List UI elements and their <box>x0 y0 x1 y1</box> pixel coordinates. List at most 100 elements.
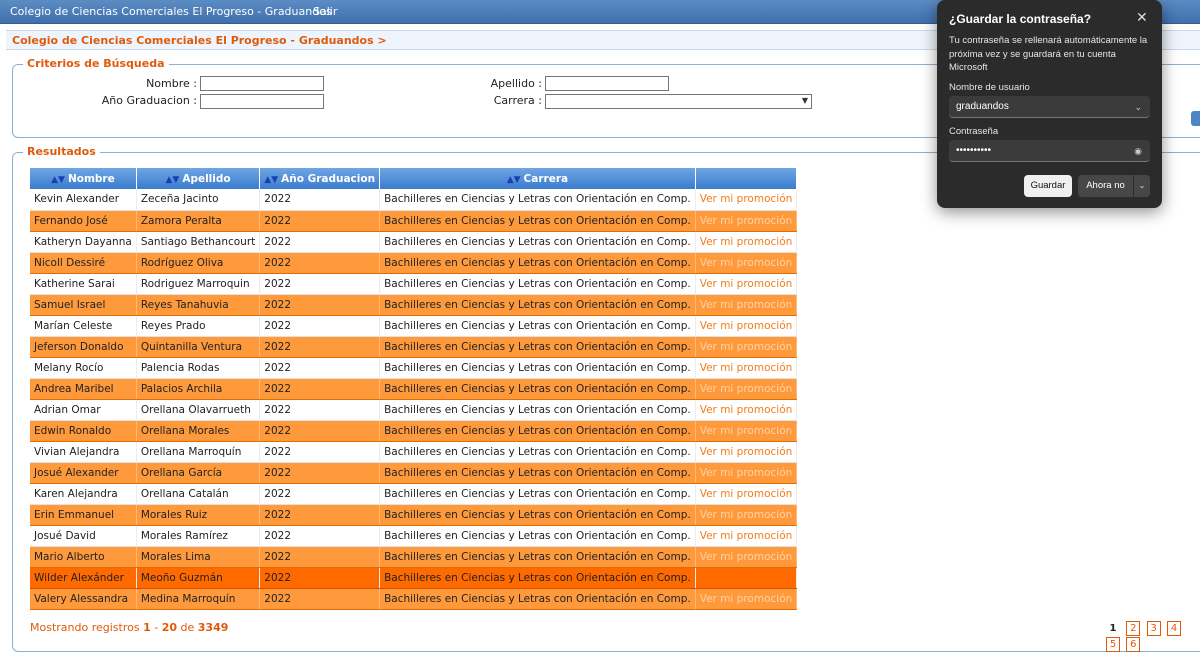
table-row[interactable]: Karen Alejandra Orellana Catalán 2022 Bachi… <box>30 483 798 505</box>
app-title-link[interactable]: Colegio de Ciencias Comerciales El Progr… <box>10 0 332 24</box>
password-field[interactable]: •••••••••• ◉ <box>949 140 1150 162</box>
view-promotion-link[interactable]: Ver mi promoción <box>695 252 798 274</box>
cell-carrera: Bachilleres en Ciencias y Letras con Ori… <box>379 357 696 379</box>
close-icon[interactable]: ✕ <box>1136 9 1148 26</box>
cell-nombre: Kevin Alexander <box>30 189 137 211</box>
view-promotion-link[interactable]: Ver mi promoción <box>695 378 798 400</box>
table-row[interactable]: Adrian Omar Orellana Olavarrueth 2022 Bachi… <box>30 399 798 421</box>
table-row[interactable]: Vivian Alejandra Orellana Marroquín 2022 Ba… <box>30 441 798 463</box>
search-legend: Criterios de Búsqueda <box>23 57 169 71</box>
cell-apellido: Quintanilla Ventura <box>136 336 261 358</box>
grad-year-input[interactable] <box>200 94 324 109</box>
results-legend: Resultados <box>23 145 100 159</box>
column-header-nombre[interactable]: ▲▼ Nombre <box>30 168 137 189</box>
table-row[interactable]: Josué David Morales Ramírez 2022 Bachillere… <box>30 525 798 547</box>
cell-nombre: Mario Alberto <box>30 546 137 568</box>
view-promotion-link[interactable]: Ver mi promoción <box>695 399 798 421</box>
career-select[interactable]: ▼ <box>545 94 812 109</box>
view-promotion-link[interactable]: Ver mi promoción <box>695 546 798 568</box>
table-row[interactable]: Fernando José Zamora Peralta 2022 Bachiller… <box>30 210 798 232</box>
cell-carrera: Bachilleres en Ciencias y Letras con Ori… <box>379 441 696 463</box>
cell-carrera: Bachilleres en Ciencias y Letras con Ori… <box>379 252 696 274</box>
cell-nombre: Valery Alessandra <box>30 588 137 610</box>
cell-carrera: Bachilleres en Ciencias y Letras con Ori… <box>379 462 696 484</box>
table-row[interactable]: Erin Emmanuel Morales Ruiz 2022 Bachilleres… <box>30 504 798 526</box>
cell-carrera: Bachilleres en Ciencias y Letras con Ori… <box>379 336 696 358</box>
column-header-anio[interactable]: ▲▼ Año Graduacion <box>259 168 381 189</box>
sort-arrows-icon[interactable]: ▲▼ <box>51 175 65 185</box>
cell-nombre: Fernando José <box>30 210 137 232</box>
page-link[interactable]: 5 <box>1106 637 1120 652</box>
view-promotion-link[interactable]: Ver mi promoción <box>695 315 798 337</box>
table-row[interactable]: Valery Alessandra Medina Marroquín 2022 Bac… <box>30 588 798 610</box>
cell-apellido: Orellana Marroquín <box>136 441 261 463</box>
view-promotion-link[interactable]: Ver mi promoción <box>695 294 798 316</box>
table-row[interactable]: Kevin Alexander Zeceña Jacinto 2022 Bachill… <box>30 189 798 211</box>
table-row[interactable]: Melany Rocío Palencia Rodas 2022 Bachillere… <box>30 357 798 379</box>
table-row[interactable]: Katherine Sarai Rodriguez Marroquin 2022 Ba… <box>30 273 798 295</box>
sort-arrows-icon[interactable]: ▲▼ <box>264 175 278 185</box>
cell-carrera: Bachilleres en Ciencias y Letras con Ori… <box>379 567 696 589</box>
cell-apellido: Medina Marroquín <box>136 588 261 610</box>
table-row[interactable]: Marían Celeste Reyes Prado 2022 Bachilleres… <box>30 315 798 337</box>
view-promotion-link[interactable]: Ver mi promoción <box>695 210 798 232</box>
table-row[interactable]: Katheryn Dayanna Santiago Bethancourt 2022… <box>30 231 798 253</box>
cell-anio: 2022 <box>259 504 381 526</box>
table-row[interactable]: Andrea Maribel Palacios Archila 2022 Bachil… <box>30 378 798 400</box>
table-row[interactable]: Wilder Alexánder Meoño Guzmán 2022 Bachille… <box>30 567 798 589</box>
view-promotion-link[interactable]: Ver mi promoción <box>695 588 798 610</box>
cell-apellido: Orellana Olavarrueth <box>136 399 261 421</box>
cell-carrera: Bachilleres en Ciencias y Letras con Ori… <box>379 525 696 547</box>
cell-anio: 2022 <box>259 336 381 358</box>
search-button[interactable] <box>1191 111 1200 126</box>
not-now-button[interactable]: Ahora no <box>1078 175 1133 197</box>
sort-arrows-icon[interactable]: ▲▼ <box>507 175 521 185</box>
view-promotion-link[interactable]: Ver mi promoción <box>695 504 798 526</box>
cell-apellido: Zeceña Jacinto <box>136 189 261 211</box>
view-promotion-link[interactable]: Ver mi promoción <box>695 525 798 547</box>
table-row[interactable]: Mario Alberto Morales Lima 2022 Bachilleres… <box>30 546 798 568</box>
view-promotion-link[interactable]: Ver mi promoción <box>695 336 798 358</box>
cell-apellido: Reyes Prado <box>136 315 261 337</box>
chevron-down-icon[interactable]: ⌄ <box>1134 175 1150 197</box>
cell-apellido: Morales Lima <box>136 546 261 568</box>
cell-carrera: Bachilleres en Ciencias y Letras con Ori… <box>379 483 696 505</box>
view-promotion-link[interactable]: Ver mi promoción <box>695 483 798 505</box>
record-count: Mostrando registros 1 - 20 de 3349 <box>30 621 229 634</box>
sort-arrows-icon[interactable]: ▲▼ <box>165 175 179 185</box>
cell-nombre: Nicoll Dessiré <box>30 252 137 274</box>
cell-carrera: Bachilleres en Ciencias y Letras con Ori… <box>379 231 696 253</box>
save-password-button[interactable]: Guardar <box>1024 175 1072 197</box>
table-row[interactable]: Edwin Ronaldo Orellana Morales 2022 Bachill… <box>30 420 798 442</box>
cell-anio: 2022 <box>259 252 381 274</box>
view-promotion-link[interactable]: Ver mi promoción <box>695 273 798 295</box>
column-header-carrera[interactable]: ▲▼ Carrera <box>379 168 696 189</box>
view-promotion-link[interactable]: Ver mi promoción <box>695 357 798 379</box>
view-promotion-link[interactable]: Ver mi promoción <box>695 231 798 253</box>
eye-icon[interactable]: ◉ <box>1134 140 1142 162</box>
cell-apellido: Reyes Tanahuvia <box>136 294 261 316</box>
username-label: Nombre de usuario <box>949 82 1030 93</box>
table-row[interactable]: Jeferson Donaldo Quintanilla Ventura 2022 B… <box>30 336 798 358</box>
table-row[interactable]: Josué Alexander Orellana García 2022 Bachil… <box>30 462 798 484</box>
first-name-input[interactable] <box>200 76 324 91</box>
page-current: 1 <box>1109 623 1117 634</box>
view-promotion-link[interactable]: Ver mi promoción <box>695 441 798 463</box>
column-header-apellido[interactable]: ▲▼ Apellido <box>136 168 261 189</box>
table-row[interactable]: Samuel Israel Reyes Tanahuvia 2022 Bachille… <box>30 294 798 316</box>
cell-nombre: Samuel Israel <box>30 294 137 316</box>
cell-anio: 2022 <box>259 483 381 505</box>
logout-link[interactable]: Salir <box>313 0 337 24</box>
chevron-down-icon[interactable]: ⌄ <box>1134 96 1142 118</box>
page-link[interactable]: 4 <box>1167 621 1182 636</box>
view-promotion-link[interactable]: Ver mi promoción <box>695 189 798 211</box>
page-link[interactable]: 3 <box>1146 621 1161 636</box>
view-promotion-link[interactable]: Ver mi promoción <box>695 420 798 442</box>
page-link[interactable]: 6 <box>1126 637 1141 652</box>
page-link[interactable]: 2 <box>1126 621 1141 636</box>
view-promotion-link[interactable]: Ver mi promoción <box>695 462 798 484</box>
last-name-input[interactable] <box>545 76 669 91</box>
view-promotion-link[interactable] <box>695 567 798 589</box>
table-row[interactable]: Nicoll Dessiré Rodríguez Oliva 2022 Bachill… <box>30 252 798 274</box>
username-field[interactable]: graduandos ⌄ <box>949 96 1150 118</box>
